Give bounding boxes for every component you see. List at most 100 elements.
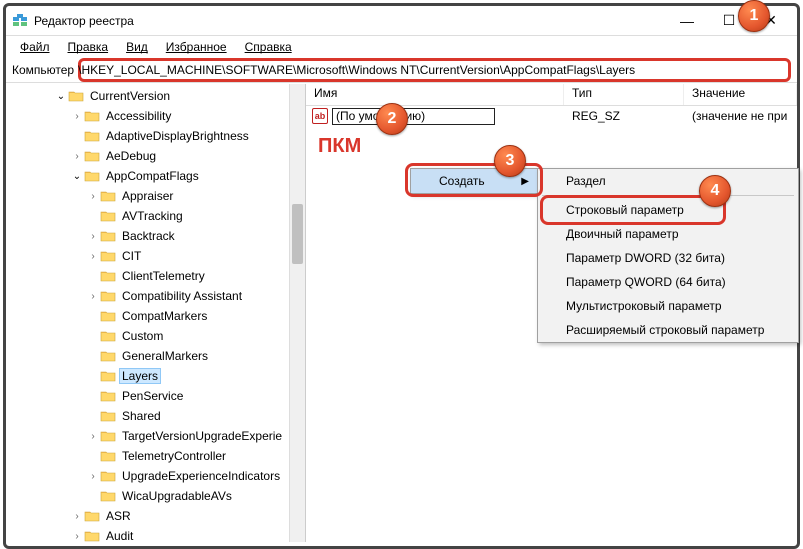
chevron-right-icon[interactable]: › — [86, 231, 100, 242]
tree-node[interactable]: ›Accessibility — [6, 106, 305, 126]
chevron-down-icon[interactable]: ⌄ — [70, 171, 84, 182]
menu-file[interactable]: Файл — [12, 38, 58, 56]
window-title: Редактор реестра — [34, 14, 675, 28]
menu-view[interactable]: Вид — [118, 38, 156, 56]
menu-divider — [542, 195, 794, 196]
tree-node[interactable]: › TargetVersionUpgradeExperie — [6, 426, 305, 446]
chevron-right-icon[interactable]: › — [86, 291, 100, 302]
folder-icon — [100, 309, 116, 323]
tree-node[interactable]: ⌄AppCompatFlags — [6, 166, 305, 186]
tree-node-label: PenService — [120, 389, 185, 403]
folder-icon — [100, 429, 116, 443]
chevron-right-icon[interactable]: › — [86, 431, 100, 442]
cell-value: (значение не при — [684, 109, 797, 123]
menu-favorites[interactable]: Избранное — [158, 38, 235, 56]
tree-node-label: Backtrack — [120, 229, 177, 243]
submenu-item[interactable]: Параметр DWORD (32 бита) — [538, 246, 798, 270]
address-label: Компьютер — [12, 63, 74, 77]
string-value-icon: ab — [312, 108, 328, 124]
tree-node[interactable]: PenService — [6, 386, 305, 406]
folder-icon — [84, 529, 100, 542]
tree-node[interactable]: TelemetryController — [6, 446, 305, 466]
address-input[interactable] — [74, 60, 793, 80]
tree-node-label: TargetVersionUpgradeExperie — [120, 429, 284, 443]
tree-node[interactable]: › Audit — [6, 526, 305, 542]
tree-node[interactable]: ›UpgradeExperienceIndicators — [6, 466, 305, 486]
tree-node-label: WicaUpgradableAVs — [120, 489, 234, 503]
menu-item-label: Создать — [439, 174, 485, 188]
submenu-item[interactable]: Раздел — [538, 169, 798, 193]
tree-node[interactable]: ›AeDebug — [6, 146, 305, 166]
col-value[interactable]: Значение — [684, 84, 797, 105]
callout-badge-3: 3 — [494, 145, 526, 177]
tree-node[interactable]: ›Appraiser — [6, 186, 305, 206]
folder-icon — [84, 129, 100, 143]
folder-icon — [68, 89, 84, 103]
submenu-item[interactable]: Расширяемый строковый параметр — [538, 318, 798, 342]
cell-name: ab — [306, 108, 564, 125]
tree-node-label: Shared — [120, 409, 163, 423]
tree-node[interactable]: ›ASR — [6, 506, 305, 526]
folder-icon — [100, 469, 116, 483]
chevron-right-icon[interactable]: › — [86, 191, 100, 202]
tree-pane[interactable]: ⌄CurrentVersion›Accessibility AdaptiveDis… — [6, 84, 306, 542]
tree-node[interactable]: › Compatibility Assistant — [6, 286, 305, 306]
callout-badge-1: 1 — [738, 0, 770, 32]
tree-node-label: TelemetryController — [120, 449, 228, 463]
tree-node[interactable]: Shared — [6, 406, 305, 426]
folder-icon — [100, 209, 116, 223]
folder-icon — [84, 509, 100, 523]
menu-help[interactable]: Справка — [237, 38, 300, 56]
tree-node-label: CIT — [120, 249, 143, 263]
annotation-rightclick: ПКМ — [318, 135, 361, 158]
tree-node[interactable]: ⌄CurrentVersion — [6, 86, 305, 106]
col-type[interactable]: Тип — [564, 84, 684, 105]
tree-node[interactable]: AdaptiveDisplayBrightness — [6, 126, 305, 146]
tree-node-label: AdaptiveDisplayBrightness — [104, 129, 251, 143]
tree-node[interactable]: GeneralMarkers — [6, 346, 305, 366]
folder-icon — [100, 229, 116, 243]
submenu-item[interactable]: Строковый параметр — [538, 198, 798, 222]
value-name-edit[interactable] — [332, 108, 495, 125]
callout-badge-4: 4 — [699, 175, 731, 207]
chevron-right-icon[interactable]: › — [70, 531, 84, 542]
tree-node[interactable]: ClientTelemetry — [6, 266, 305, 286]
submenu-item[interactable]: Параметр QWORD (64 бита) — [538, 270, 798, 294]
col-name[interactable]: Имя — [306, 84, 564, 105]
menu-edit[interactable]: Правка — [60, 38, 117, 56]
folder-icon — [100, 409, 116, 423]
tree-node[interactable]: WicaUpgradableAVs — [6, 486, 305, 506]
chevron-right-icon[interactable]: › — [70, 151, 84, 162]
chevron-right-icon[interactable]: › — [70, 511, 84, 522]
tree-node-label: Compatibility Assistant — [120, 289, 244, 303]
menubar: Файл Правка Вид Избранное Справка — [6, 36, 797, 58]
submenu-arrow-icon: ▶ — [521, 176, 529, 187]
minimize-button[interactable]: — — [675, 9, 699, 33]
chevron-down-icon[interactable]: ⌄ — [54, 91, 68, 102]
chevron-right-icon[interactable]: › — [86, 471, 100, 482]
folder-icon — [100, 189, 116, 203]
folder-icon — [84, 169, 100, 183]
chevron-right-icon[interactable]: › — [86, 251, 100, 262]
titlebar[interactable]: Редактор реестра — ☐ ✕ — [6, 6, 797, 36]
tree-node[interactable]: › CIT — [6, 246, 305, 266]
folder-icon — [84, 149, 100, 163]
context-menu-submenu: Раздел Строковый параметрДвоичный парамет… — [537, 168, 799, 343]
folder-icon — [100, 269, 116, 283]
tree-node[interactable]: Custom — [6, 326, 305, 346]
callout-badge-2: 2 — [376, 103, 408, 135]
folder-icon — [100, 329, 116, 343]
submenu-item[interactable]: Двоичный параметр — [538, 222, 798, 246]
folder-icon — [100, 349, 116, 363]
tree-scrollbar[interactable] — [289, 84, 305, 542]
tree-node-label: Audit — [104, 529, 135, 542]
address-bar: Компьютер — [6, 58, 797, 82]
tree-node-label: GeneralMarkers — [120, 349, 210, 363]
tree-node[interactable]: CompatMarkers — [6, 306, 305, 326]
chevron-right-icon[interactable]: › — [70, 111, 84, 122]
folder-icon — [100, 489, 116, 503]
tree-node[interactable]: Layers — [6, 366, 305, 386]
tree-node[interactable]: › Backtrack — [6, 226, 305, 246]
tree-node[interactable]: AVTracking — [6, 206, 305, 226]
submenu-item[interactable]: Мультистроковый параметр — [538, 294, 798, 318]
